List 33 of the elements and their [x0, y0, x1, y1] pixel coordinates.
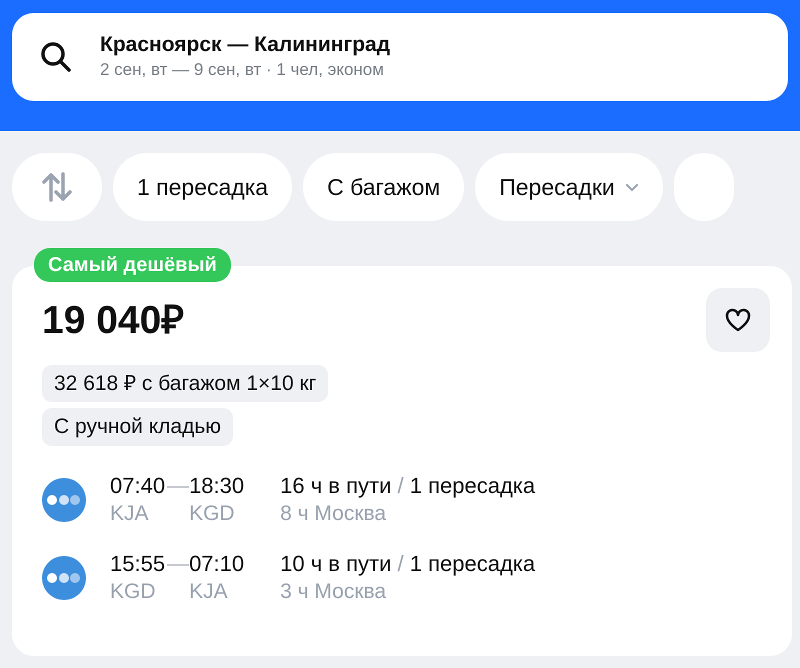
chevron-down-icon: [624, 182, 639, 192]
heart-icon: [725, 308, 751, 332]
stops-count: 1 пересадка: [410, 550, 536, 576]
arrival-time: 18:30: [189, 472, 244, 500]
departure-time: 07:40: [110, 472, 166, 500]
search-details: 2 сен, вт — 9 сен, вт · 1 чел, эконом: [100, 58, 385, 81]
search-icon: [40, 41, 72, 73]
filter-chip[interactable]: Пересадки: [475, 153, 663, 221]
airline-logo-icon: [42, 556, 86, 600]
favorite-button[interactable]: [706, 288, 770, 352]
route-title: Красноярск — Калининград: [100, 32, 390, 57]
separator: /: [398, 550, 404, 576]
airline-logo-icon: [42, 478, 86, 522]
arrival-airport: KJA: [189, 579, 229, 606]
arrival-time: 07:10: [189, 550, 244, 578]
layover-info: 3 ч Москва: [280, 579, 388, 606]
arrival-airport: KGD: [189, 501, 236, 528]
travel-duration: 16 ч в пути: [280, 472, 392, 498]
departure-airport: KJA: [110, 501, 150, 528]
departure-time: 15:55: [110, 550, 166, 578]
cheapest-badge: Самый дешёвый: [34, 248, 231, 282]
price: 19 040₽: [42, 300, 184, 343]
filter-chip[interactable]: С багажом: [303, 153, 464, 221]
layover-info: 8 ч Москва: [280, 501, 388, 528]
filter-chip[interactable]: 1 пересадка: [113, 153, 292, 221]
travel-duration: 10 ч в пути: [280, 550, 392, 576]
ticket-tag: 32 618 ₽ с багажом 1×10 кг: [42, 364, 328, 402]
stops-count: 1 пересадка: [410, 472, 536, 498]
separator: /: [398, 472, 404, 498]
ticket-tag: С ручной кладью: [42, 408, 234, 446]
search-field[interactable]: Красноярск — Калининград 2 сен, вт — 9 сен, вт · 1 чел, эконом: [12, 13, 788, 101]
departure-airport: KGD: [110, 579, 157, 606]
sort-icon: [42, 171, 72, 203]
